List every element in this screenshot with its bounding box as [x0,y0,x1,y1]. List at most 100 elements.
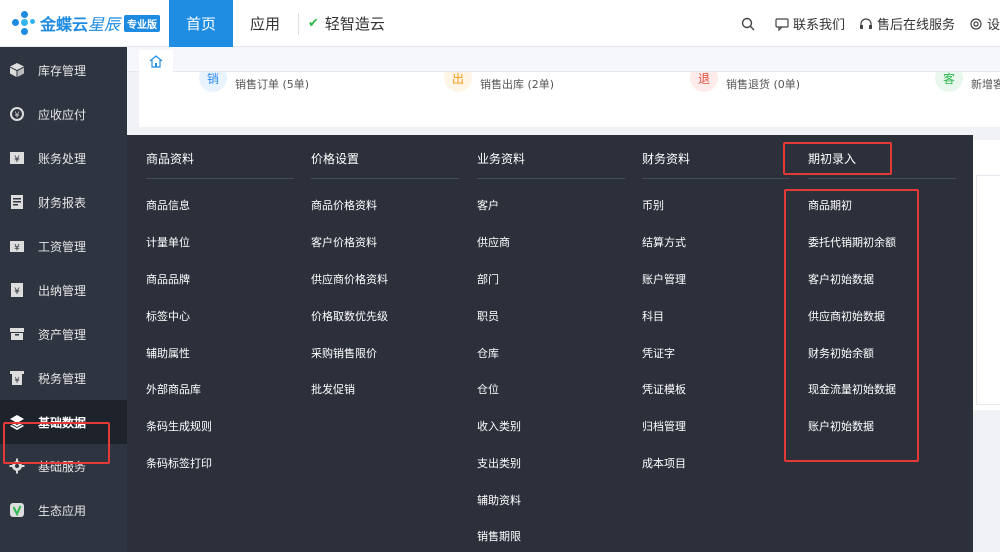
stat-card[interactable]: 退 0 销售退货 (0单) [690,72,800,92]
menu-item[interactable]: 凭证模板 [642,381,686,397]
menu-item[interactable]: 批发促销 [311,381,355,397]
sidebar-item[interactable]: 财务报表 [0,180,127,224]
sidebar-item-label: 应收应付 [38,107,87,122]
settings-button[interactable]: 设 [969,14,1000,33]
menu-item[interactable]: 财务初始余额 [808,345,874,361]
stat-icon: 出 [444,72,472,92]
tab-apps[interactable]: 应用 [233,0,297,47]
menu-column-title: 业务资料 [477,152,526,166]
menu-item[interactable]: 归档管理 [642,418,686,434]
tab-home[interactable]: 首页 [169,0,233,47]
menu-item[interactable]: 成本项目 [642,455,686,471]
tab-qingzhizao[interactable]: ✔ 轻智造云 [308,0,385,47]
online-service-button[interactable]: 售后在线服务 [859,14,955,33]
menu-item[interactable]: 支出类别 [477,455,521,471]
menu-item[interactable]: 条码生成规则 [146,418,212,434]
settings-label: 设 [986,18,1000,33]
sidebar-item-label: 基础服务 [38,459,87,474]
headset-icon [859,17,873,31]
menu-item[interactable]: 价格取数优先级 [311,308,388,324]
menu-item[interactable]: 仓位 [477,381,499,397]
stat-icon: 退 [690,72,718,92]
menu-item[interactable]: 外部商品库 [146,381,201,397]
menu-item[interactable]: 商品期初 [808,197,852,213]
sidebar-item-label: 资产管理 [38,327,87,342]
menu-item[interactable]: 采购销售限价 [311,345,377,361]
sidebar-item-label: 工资管理 [38,239,87,254]
stat-card[interactable]: 客 0 新增客 [935,72,1000,92]
logo-name: 金蝶云星辰 [40,15,121,34]
menu-item[interactable]: 仓库 [477,345,499,361]
search-button[interactable] [741,17,755,31]
menu-item[interactable]: 委托代销期初余额 [808,234,896,250]
sidebar-item[interactable]: 库存管理 [0,48,127,92]
sidebar-item[interactable]: 资产管理 [0,312,127,356]
sidebar-item[interactable]: ¥ 工资管理 [0,224,127,268]
base-data-menu: 商品资料商品信息计量单位商品品牌标签中心辅助属性外部商品库条码生成规则 条码标签打… [127,135,973,552]
breadcrumb [127,47,1000,72]
menu-item[interactable]: 商品价格资料 [311,197,377,213]
menu-item[interactable]: 商品品牌 [146,271,190,287]
menu-item[interactable]: 商品信息 [146,197,190,213]
report-icon [8,193,26,211]
sidebar-item-label: 财务报表 [38,195,87,210]
sidebar-item-label: 出纳管理 [38,283,87,298]
menu-item[interactable]: 供应商 [477,234,510,250]
stat-card[interactable]: 出 456.0 销售出库 (2单) [444,72,554,92]
menu-column-divider [477,178,625,179]
sidebar-item-label: 税务管理 [38,371,87,386]
menu-item[interactable]: 供应商价格资料 [311,271,388,287]
menu-item[interactable]: 辅助属性 [146,345,190,361]
menu-item[interactable]: 客户初始数据 [808,271,874,287]
sidebar-item[interactable]: ¥ 应收应付 [0,92,127,136]
menu-column-divider [146,178,294,179]
menu-item[interactable]: 账户初始数据 [808,418,874,434]
sidebar-item[interactable]: 生态应用 [0,488,127,532]
svg-text:¥: ¥ [14,155,20,165]
sidebar-item[interactable]: ¥ 出纳管理 [0,268,127,312]
nav-divider [298,13,299,35]
contact-us-label: 联系我们 [792,18,845,33]
sidebar-item[interactable]: 基础服务 [0,444,127,488]
menu-column-title: 期初录入 [808,152,857,166]
salary-icon: ¥ [8,237,26,255]
stat-label: 销售出库 (2单) [480,78,555,91]
menu-item[interactable]: 销售期限 [477,528,521,544]
menu-item[interactable]: 客户价格资料 [311,234,377,250]
menu-item[interactable]: 币别 [642,197,664,213]
menu-item[interactable]: 现金流量初始数据 [808,381,896,397]
stat-label: 销售订单 (5单) [235,78,310,91]
menu-item[interactable]: 结算方式 [642,234,686,250]
stat-card[interactable]: 销 22,855.0 销售订单 (5单) [199,72,309,92]
menu-item[interactable]: 标签中心 [146,308,190,324]
gear-icon [8,457,26,475]
sidebar-item[interactable]: ¥ 税务管理 [0,356,127,400]
stat-label: 新增客 [971,78,1000,91]
menu-item[interactable]: 条码标签打印 [146,455,212,471]
top-bar: 金蝶云星辰 专业版 首页 应用 ✔ 轻智造云 联系我们 售后在线服务 设 [0,0,1000,47]
sidebar-item[interactable]: ¥ 账务处理 [0,136,127,180]
menu-item[interactable]: 凭证字 [642,345,675,361]
right-card-table [976,175,1000,405]
online-service-label: 售后在线服务 [876,18,955,33]
edition-badge: 专业版 [124,14,161,32]
menu-item[interactable]: 部门 [477,271,499,287]
logo-icon [12,11,36,35]
menu-item[interactable]: 收入类别 [477,418,521,434]
menu-item[interactable]: 供应商初始数据 [808,308,885,324]
menu-item[interactable]: 账户管理 [642,271,686,287]
menu-column-title: 商品资料 [146,152,195,166]
menu-item[interactable]: 辅助资料 [477,492,521,508]
menu-item[interactable]: 客户 [477,197,499,213]
brand-logo[interactable]: 金蝶云星辰 专业版 [12,8,161,38]
search-icon [741,17,755,30]
sales-stats-panel: 销 22,855.0 销售订单 (5单) 出 456.0 销售出库 (2单) 退 0 销售退货 … [139,72,1000,127]
menu-item[interactable]: 计量单位 [146,234,190,250]
menu-item[interactable]: 科目 [642,308,664,324]
svg-text:¥: ¥ [14,376,19,385]
home-tab[interactable] [139,50,173,72]
sidebar-item[interactable]: 基础数据 [0,400,127,444]
yen-circle-icon: ¥ [8,105,26,123]
menu-item[interactable]: 职员 [477,308,499,324]
contact-us-button[interactable]: 联系我们 [775,14,845,33]
